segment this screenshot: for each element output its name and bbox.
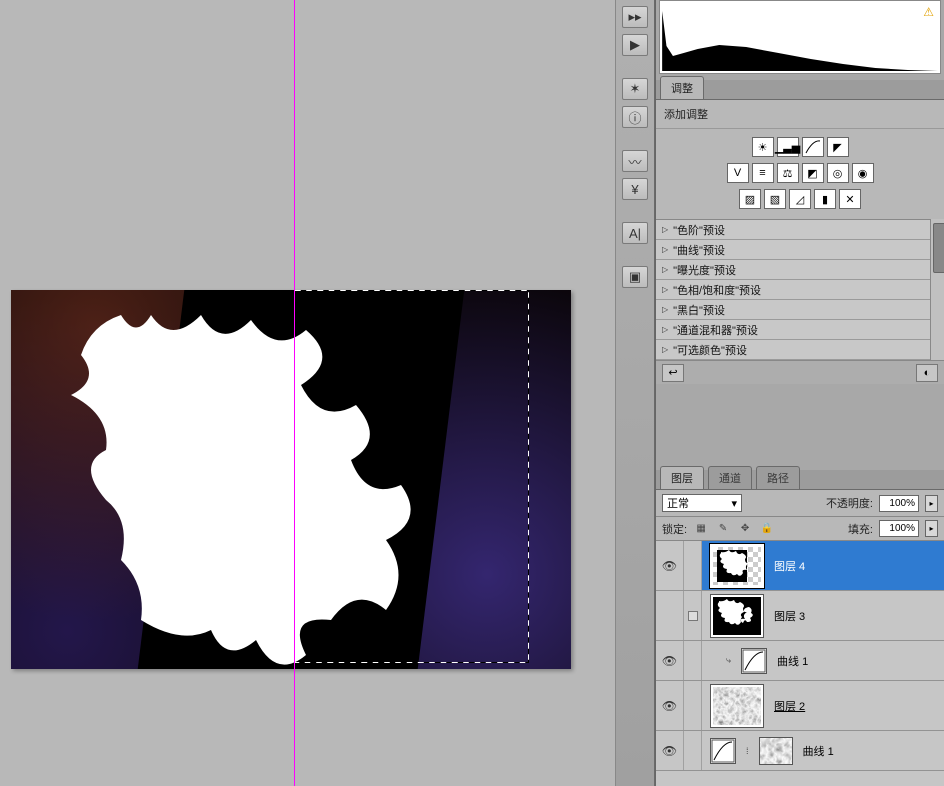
- layer-name[interactable]: 图层 3: [774, 608, 805, 624]
- fill-label: 填充:: [848, 521, 873, 537]
- add-adjustment-label: 添加调整: [656, 100, 944, 129]
- fill-input[interactable]: 100%: [879, 520, 919, 537]
- strip-expand-icon[interactable]: ▸▸: [622, 6, 648, 28]
- link-col[interactable]: [684, 591, 702, 640]
- curves-icon[interactable]: [802, 137, 824, 157]
- clip-indicator-icon: ⤷: [726, 655, 731, 666]
- layer-row-curves1b[interactable]: 👁 ⁞ 曲线 1: [656, 731, 944, 771]
- histogram-panel[interactable]: ⚠: [659, 0, 941, 74]
- visibility-toggle[interactable]: 👁: [656, 541, 684, 590]
- brush-preset-icon[interactable]: ¥: [622, 178, 648, 200]
- vibrance-icon[interactable]: V: [727, 163, 749, 183]
- document-artboard[interactable]: [11, 290, 571, 669]
- preset-bw[interactable]: ▷"黑白"预设: [656, 300, 930, 320]
- camera-icon[interactable]: ▣: [622, 266, 648, 288]
- layer-options-row: 正常▾ 不透明度: 100% ▸: [656, 490, 944, 517]
- brush-icon[interactable]: 〰: [622, 150, 648, 172]
- visibility-toggle[interactable]: 👁: [656, 681, 684, 730]
- preset-curves[interactable]: ▷"曲线"预设: [656, 240, 930, 260]
- preset-list-container: ▷"色阶"预设 ▷"曲线"预设 ▷"曝光度"预设 ▷"色相/饱和度"预设 ▷"黑…: [656, 219, 944, 360]
- preset-scrollbar[interactable]: [930, 219, 944, 360]
- visibility-toggle[interactable]: 👁: [656, 641, 684, 680]
- layer-row-curves1[interactable]: 👁 ⤷ 曲线 1: [656, 641, 944, 681]
- strip-play-icon[interactable]: ▶: [622, 34, 648, 56]
- layer-name[interactable]: 图层 2: [774, 698, 805, 714]
- opacity-stepper[interactable]: ▸: [925, 495, 938, 512]
- brightness-contrast-icon[interactable]: ☀: [752, 137, 774, 157]
- lock-transparent-icon[interactable]: ▦: [693, 521, 709, 537]
- lock-pixels-icon[interactable]: ✎: [715, 521, 731, 537]
- adjustment-icons-grid: ☀ ▁▃▅ ◤ V ≡ ⚖ ◩ ◎ ◉ ▨ ▧ ◿ ▮ ✕: [656, 129, 944, 219]
- visibility-toggle[interactable]: 👁: [656, 731, 684, 770]
- layer-row-3[interactable]: 图层 3: [656, 591, 944, 641]
- info-icon[interactable]: ⓘ: [622, 106, 648, 128]
- collapsed-panel-strip: ▸▸ ▶ ✶ ⓘ 〰 ¥ A| ▣: [615, 0, 655, 786]
- gradient-map-icon[interactable]: ▮: [814, 189, 836, 209]
- lock-label: 锁定:: [662, 521, 687, 537]
- layers-panel: 图层 通道 路径 正常▾ 不透明度: 100% ▸ 锁定: ▦ ✎ ✥ 🔒 填充…: [656, 470, 944, 786]
- adjustments-footer: ↩ ◐: [656, 360, 944, 384]
- layer-name[interactable]: 图层 4: [774, 558, 805, 574]
- tab-channels[interactable]: 通道: [708, 466, 752, 489]
- posterize-icon[interactable]: ▧: [764, 189, 786, 209]
- lock-all-icon[interactable]: 🔒: [759, 521, 775, 537]
- layer-name[interactable]: 曲线 1: [777, 653, 808, 669]
- layer-mask-thumbnail[interactable]: [759, 737, 793, 765]
- link-col[interactable]: [684, 681, 702, 730]
- tab-paths[interactable]: 路径: [756, 466, 800, 489]
- adjustments-tab[interactable]: 调整: [660, 76, 704, 99]
- layer-list: 👁 图层 4 图层 3 👁 ⤷: [656, 541, 944, 786]
- blend-mode-select[interactable]: 正常▾: [662, 494, 742, 512]
- layer-row-4[interactable]: 👁 图层 4: [656, 541, 944, 591]
- preset-hue-sat[interactable]: ▷"色相/饱和度"预设: [656, 280, 930, 300]
- opacity-input[interactable]: 100%: [879, 495, 919, 512]
- histogram-warning-icon[interactable]: ⚠: [923, 5, 934, 19]
- channel-mixer-icon[interactable]: ◉: [852, 163, 874, 183]
- adjust-tab-row: 调整: [656, 80, 944, 100]
- link-col[interactable]: [684, 731, 702, 770]
- layer-name[interactable]: 曲线 1: [803, 743, 834, 759]
- link-col[interactable]: [684, 641, 702, 680]
- color-balance-icon[interactable]: ⚖: [777, 163, 799, 183]
- vertical-guide[interactable]: [294, 0, 295, 786]
- levels-icon[interactable]: ▁▃▅: [777, 137, 799, 157]
- opacity-label: 不透明度:: [826, 495, 873, 511]
- layers-tab-row: 图层 通道 路径: [656, 470, 944, 490]
- black-white-icon[interactable]: ◩: [802, 163, 824, 183]
- link-col[interactable]: [684, 541, 702, 590]
- invert-icon[interactable]: ▨: [739, 189, 761, 209]
- lock-row: 锁定: ▦ ✎ ✥ 🔒 填充: 100% ▸: [656, 517, 944, 541]
- visibility-toggle[interactable]: [656, 591, 684, 640]
- photo-filter-icon[interactable]: ◎: [827, 163, 849, 183]
- preset-exposure[interactable]: ▷"曝光度"预设: [656, 260, 930, 280]
- adjustment-thumbnail[interactable]: [710, 738, 736, 764]
- fill-stepper[interactable]: ▸: [925, 520, 938, 537]
- lock-position-icon[interactable]: ✥: [737, 521, 753, 537]
- selective-color-icon[interactable]: ✕: [839, 189, 861, 209]
- preset-selective-color[interactable]: ▷"可选颜色"预设: [656, 340, 930, 360]
- preset-list: ▷"色阶"预设 ▷"曲线"预设 ▷"曝光度"预设 ▷"色相/饱和度"预设 ▷"黑…: [656, 219, 930, 360]
- compass-icon[interactable]: ✶: [622, 78, 648, 100]
- layer-thumbnail[interactable]: [713, 597, 761, 635]
- layer-thumbnail[interactable]: [713, 547, 761, 585]
- hue-sat-icon[interactable]: ≡: [752, 163, 774, 183]
- adjustment-thumbnail[interactable]: [741, 648, 767, 674]
- tab-layers[interactable]: 图层: [660, 466, 704, 489]
- threshold-icon[interactable]: ◿: [789, 189, 811, 209]
- canvas-area[interactable]: [0, 0, 615, 786]
- exposure-icon[interactable]: ◤: [827, 137, 849, 157]
- link-icon: ⁞: [746, 746, 749, 756]
- clip-to-layer-icon[interactable]: ◐: [916, 364, 938, 382]
- layer-row-2[interactable]: 👁 图层 2: [656, 681, 944, 731]
- layer-thumbnail[interactable]: [713, 687, 761, 725]
- character-icon[interactable]: A|: [622, 222, 648, 244]
- selection-marquee[interactable]: [294, 290, 529, 663]
- adjustments-panel: 调整 添加调整 ☀ ▁▃▅ ◤ V ≡ ⚖ ◩ ◎ ◉ ▨ ▧ ◿ ▮: [656, 80, 944, 384]
- preset-levels[interactable]: ▷"色阶"预设: [656, 220, 930, 240]
- preset-channel-mixer[interactable]: ▷"通道混和器"预设: [656, 320, 930, 340]
- right-panels-column: ⚠ 调整 添加调整 ☀ ▁▃▅ ◤ V ≡ ⚖ ◩ ◎ ◉ ▨ ▧: [655, 0, 944, 786]
- return-to-list-icon[interactable]: ↩: [662, 364, 684, 382]
